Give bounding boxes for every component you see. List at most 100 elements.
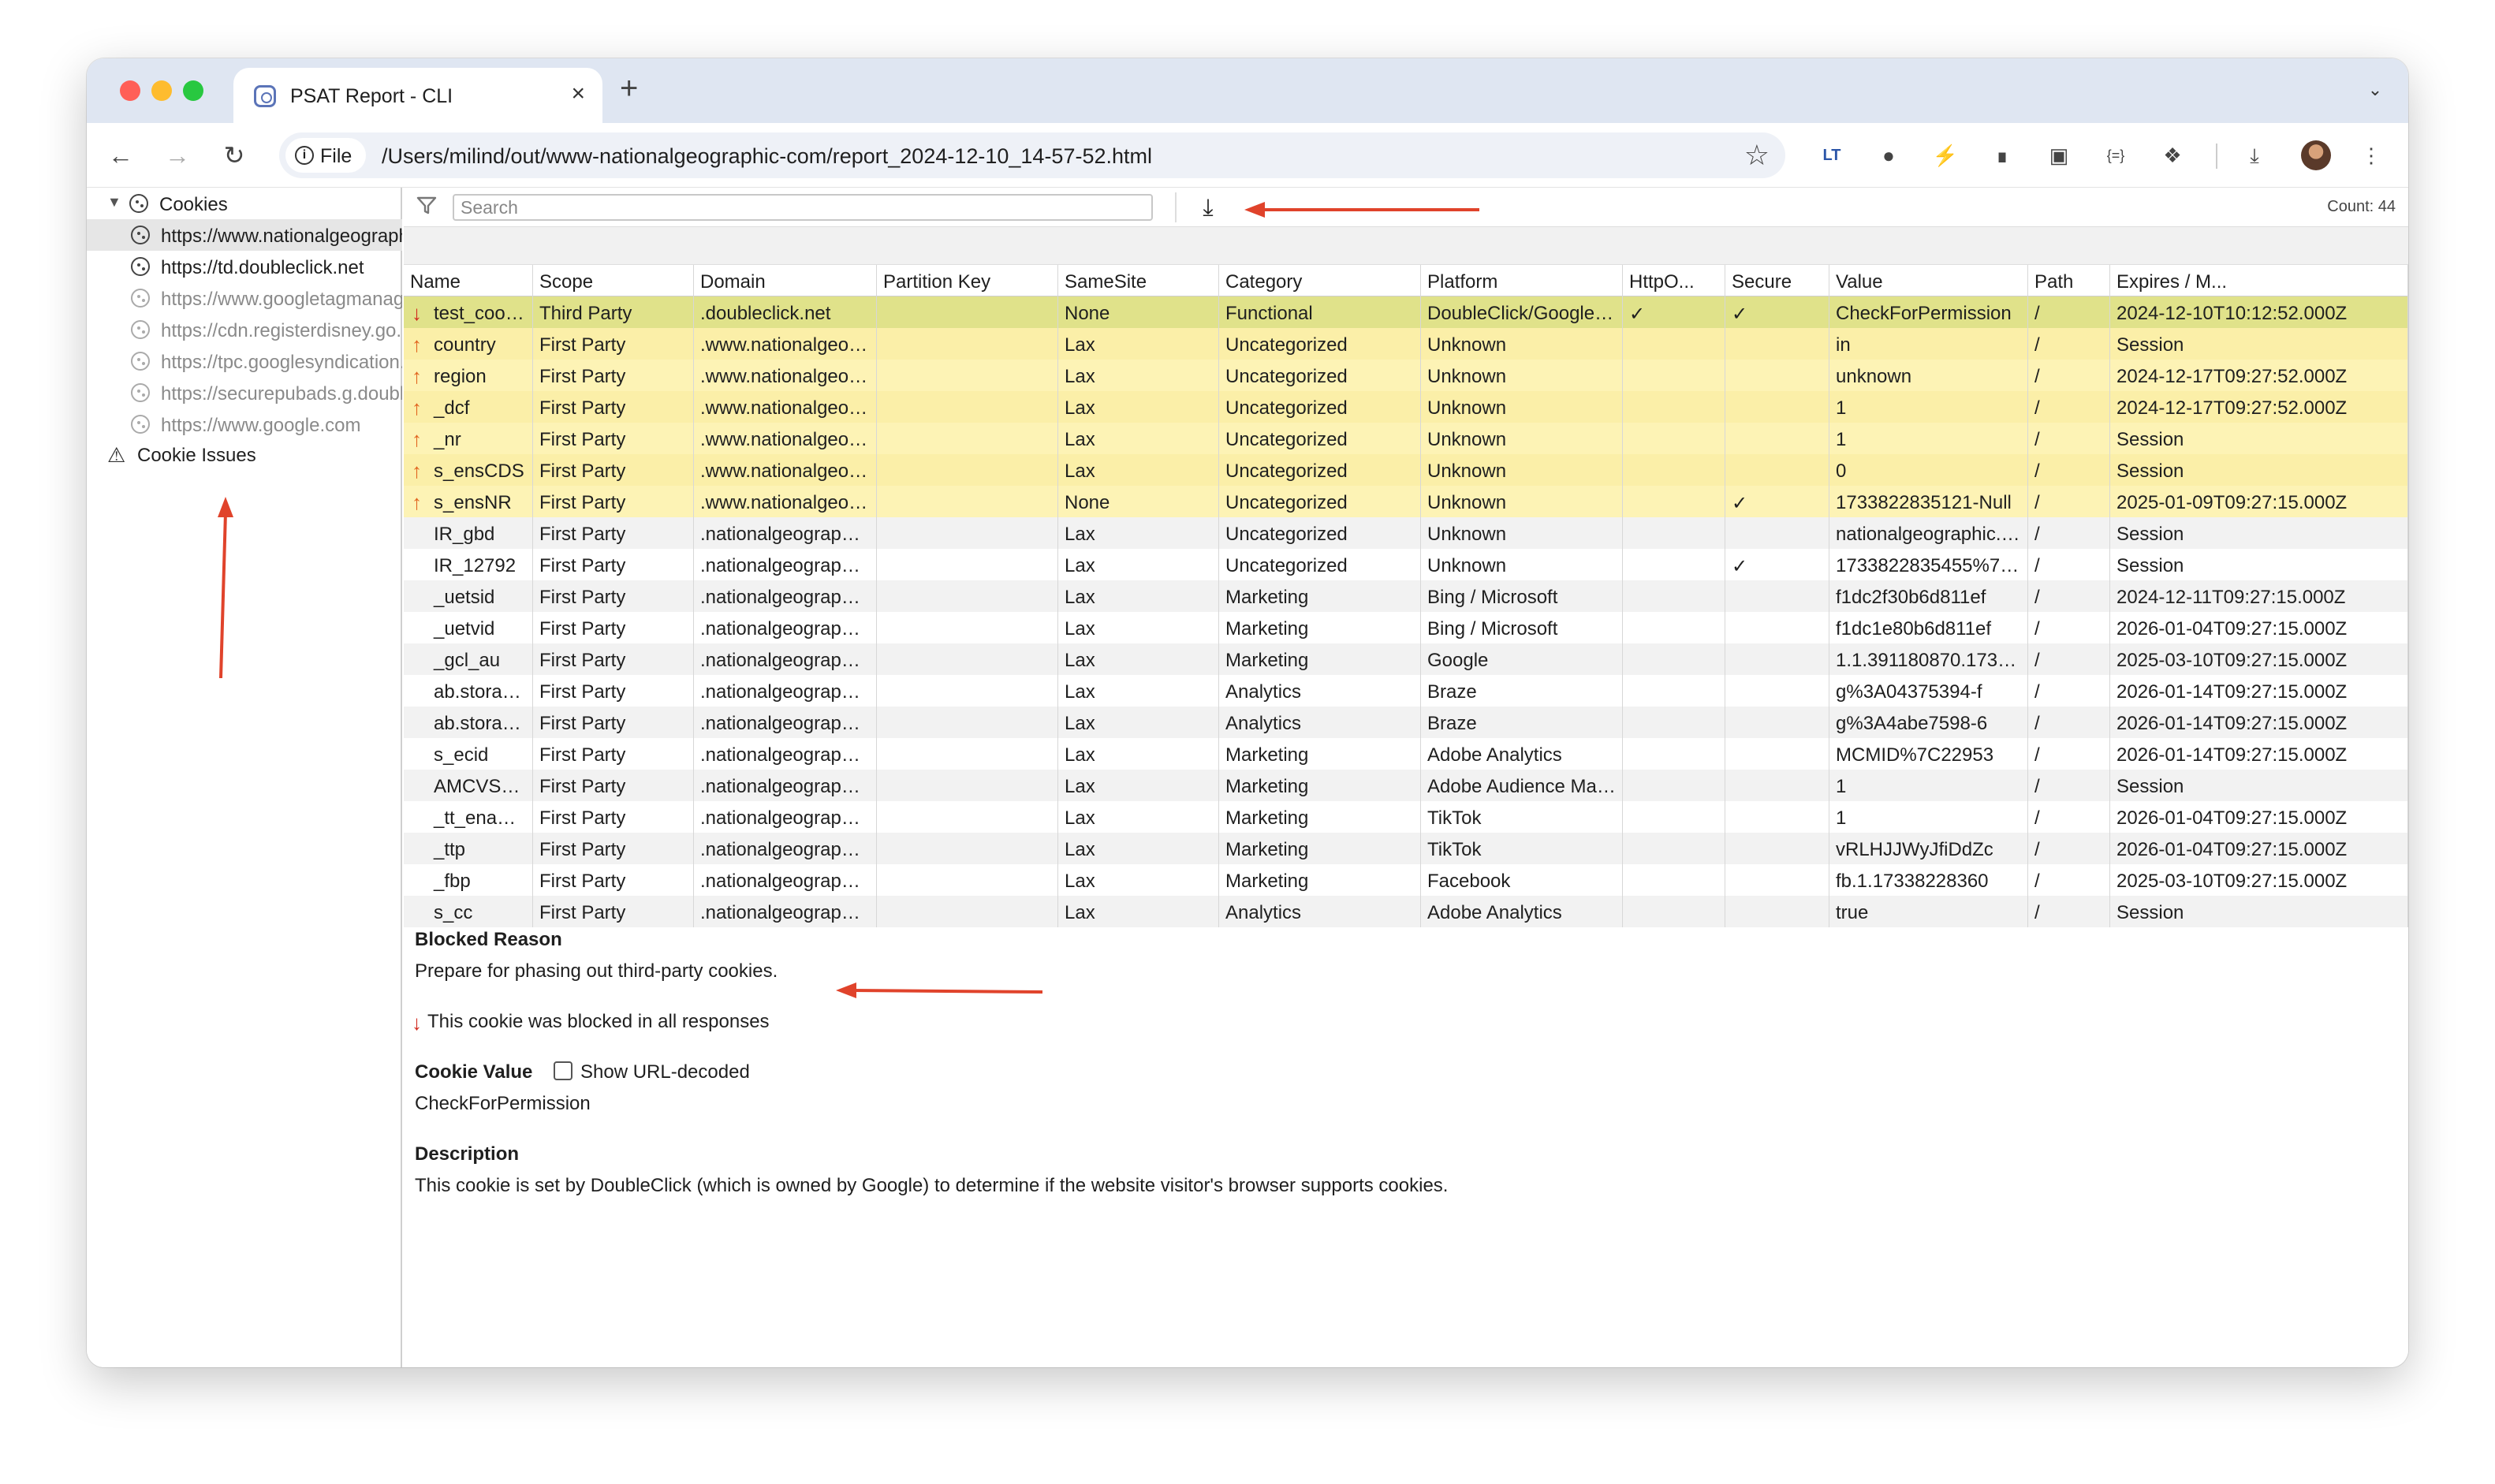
sidebar-item-cookies[interactable]: ▼ Cookies (87, 188, 402, 219)
cookie-name: _nr (434, 429, 461, 450)
table-row[interactable]: s_cc First Party.nationalgeographic.com La… (404, 896, 2408, 927)
cell-domain: .nationalgeographic.com (694, 549, 877, 580)
sidebar-item-frame[interactable]: https://tpc.googlesyndication.com (87, 345, 402, 377)
cell-path: / (2028, 360, 2110, 391)
cell-domain: .nationalgeographic.com (694, 896, 877, 927)
url-decode-checkbox[interactable] (554, 1061, 572, 1080)
table-row[interactable]: ab.storage.deviceId.67First Party.nation… (404, 707, 2408, 738)
table-row[interactable]: _ttp First Party.nationalgeographic.com La… (404, 833, 2408, 864)
warning-icon: ⚠ (107, 443, 126, 467)
table-row[interactable]: ↓ test_cookie Third Party .doubleclick.net N… (404, 296, 2408, 328)
sidebar-item-frame[interactable]: https://www.google.com (87, 408, 402, 440)
downloads-icon[interactable]: ⤓ (2241, 142, 2268, 169)
cell-samesite: Lax (1058, 454, 1219, 486)
cell-secure (1725, 517, 1829, 549)
profile-avatar[interactable] (2301, 140, 2331, 170)
extension-globe-icon[interactable]: ● (1875, 142, 1902, 169)
sidebar-item-frame[interactable]: https://td.doubleclick.net (87, 251, 402, 282)
extension-json-icon[interactable]: {=} (2102, 142, 2129, 169)
filter-divider (1175, 192, 1177, 222)
column-header-value[interactable]: Value (1829, 265, 2028, 296)
table-row[interactable]: ↑ _dcf First Party.www.nationalgeographic.… (404, 391, 2408, 423)
cell-samesite: Lax (1058, 580, 1219, 612)
sidebar-item-frame[interactable]: https://cdn.registerdisney.go.com (87, 314, 402, 345)
tab-psat-report[interactable]: PSAT Report - CLI × (233, 68, 602, 123)
cell-domain: .nationalgeographic.com (694, 675, 877, 707)
table-row[interactable]: _gcl_au First Party.nationalgeographic.co… (404, 643, 2408, 675)
address-bar[interactable]: i File /Users/milind/out/www-nationalgeo… (279, 132, 1785, 178)
back-arrow-icon[interactable]: ← (103, 137, 139, 173)
sidebar-item-cookie-issues[interactable]: ⚠ Cookie Issues (87, 438, 402, 470)
blocked-arrow-icon: ↓ (412, 1011, 422, 1035)
table-row[interactable]: AMCVS_5BFD123F524First Party.nationalgeo… (404, 770, 2408, 801)
tab-search-chevron-icon[interactable]: ⌄ (2358, 74, 2392, 106)
more-menu-icon[interactable]: ⋮ (2358, 142, 2385, 169)
bookmark-star-icon[interactable]: ☆ (1744, 139, 1770, 172)
cell-path: / (2028, 580, 2110, 612)
url-decode-label[interactable]: Show URL-decoded (580, 1061, 750, 1083)
column-header-scope[interactable]: Scope (533, 265, 694, 296)
column-header-samesite[interactable]: SameSite (1058, 265, 1219, 296)
filter-funnel-icon[interactable] (416, 196, 437, 216)
cell-category: Uncategorized (1219, 454, 1421, 486)
table-row[interactable]: ↑ country First Party.www.nationalgeograph… (404, 328, 2408, 360)
cell-httponly (1623, 549, 1725, 580)
column-header-name[interactable]: Name (404, 265, 533, 296)
warning-arrow-icon: ↑ (412, 490, 422, 514)
cell-secure (1725, 580, 1829, 612)
browser-toolbar: ← → ↻ i File /Users/milind/out/www-natio… (87, 123, 2408, 188)
new-tab-button[interactable]: + (620, 73, 638, 104)
cell-name: IR_12792 (404, 549, 533, 580)
cookie-name: s_cc (434, 902, 473, 923)
table-row[interactable]: _fbp First Party.nationalgeographic.com La… (404, 864, 2408, 896)
cell-value: 0 (1829, 454, 2028, 486)
cookie-icon (131, 415, 150, 434)
download-icon[interactable]: ⤓ (1192, 192, 1224, 224)
table-row[interactable]: IR_12792 First Party.nationalgeographic.c… (404, 549, 2408, 580)
maximize-window-button[interactable] (183, 80, 203, 101)
reload-icon[interactable]: ↻ (216, 137, 252, 173)
column-header-expires[interactable]: Expires / M... (2110, 265, 2408, 296)
cell-httponly (1623, 580, 1725, 612)
sidebar-item-label: https://securepubads.g.doubleclick.net (161, 383, 402, 405)
column-header-platform[interactable]: Platform (1421, 265, 1623, 296)
table-row[interactable]: ↑ region First Party.www.nationalgeographi… (404, 360, 2408, 391)
cell-samesite: Lax (1058, 328, 1219, 360)
table-row[interactable]: _uetvid First Party.nationalgeographic.co… (404, 612, 2408, 643)
site-info-chip[interactable]: i File (285, 138, 366, 173)
search-input[interactable] (453, 194, 1153, 221)
cell-category: Analytics (1219, 707, 1421, 738)
close-window-button[interactable] (120, 80, 140, 101)
table-row[interactable]: ↑ _nr First Party.www.nationalgeographic.c… (404, 423, 2408, 454)
extension-lt-icon[interactable]: LT (1818, 142, 1845, 169)
sidebar-item-frame[interactable]: https://securepubads.g.doubleclick.net (87, 377, 402, 408)
table-row[interactable]: ab.storage.sessionId.6First Party.nation… (404, 675, 2408, 707)
extension-bolt-icon[interactable]: ⚡ (1932, 142, 1959, 169)
column-header-path[interactable]: Path (2028, 265, 2110, 296)
cell-scope: First Party (533, 643, 694, 675)
table-row[interactable]: _tt_enable_cookieFirst Party.nationalgeo… (404, 801, 2408, 833)
sidebar-item-frame[interactable]: https://www.nationalgeographic.com (87, 219, 402, 251)
filter-bar: ⤓ Count: 44 (404, 188, 2408, 227)
table-row[interactable]: s_ecid First Party.nationalgeographic.com… (404, 738, 2408, 770)
blocked-arrow-icon: ↓ (412, 301, 422, 325)
table-row[interactable]: _uetsid First Party.nationalgeographic.co… (404, 580, 2408, 612)
extension-tool-icon[interactable]: ∎ (1989, 142, 2016, 169)
column-header-partition[interactable]: Partition Key (877, 265, 1058, 296)
sidebar-item-frame[interactable]: https://www.googletagmanager.com (87, 282, 402, 314)
column-header-secure[interactable]: Secure (1725, 265, 1829, 296)
table-row[interactable]: IR_gbd First Party.nationalgeographic.com… (404, 517, 2408, 549)
url-text[interactable]: /Users/milind/out/www-nationalgeographic… (382, 144, 1152, 169)
column-header-domain[interactable]: Domain (694, 265, 877, 296)
close-tab-icon[interactable]: × (571, 80, 585, 107)
column-header-category[interactable]: Category (1219, 265, 1421, 296)
picture-in-picture-icon[interactable]: ▣ (2046, 142, 2072, 169)
table-row[interactable]: ↑ s_ensCDS First Party.www.nationalgeograp… (404, 454, 2408, 486)
minimize-window-button[interactable] (151, 80, 172, 101)
extensions-puzzle-icon[interactable]: ❖ (2159, 142, 2186, 169)
cell-httponly (1623, 423, 1725, 454)
forward-arrow-icon[interactable]: → (159, 137, 196, 173)
table-row[interactable]: ↑ s_ensNR First Party.www.nationalgeograph… (404, 486, 2408, 517)
expand-triangle-icon[interactable]: ▼ (107, 194, 121, 211)
column-header-httponly[interactable]: HttpO... (1623, 265, 1725, 296)
